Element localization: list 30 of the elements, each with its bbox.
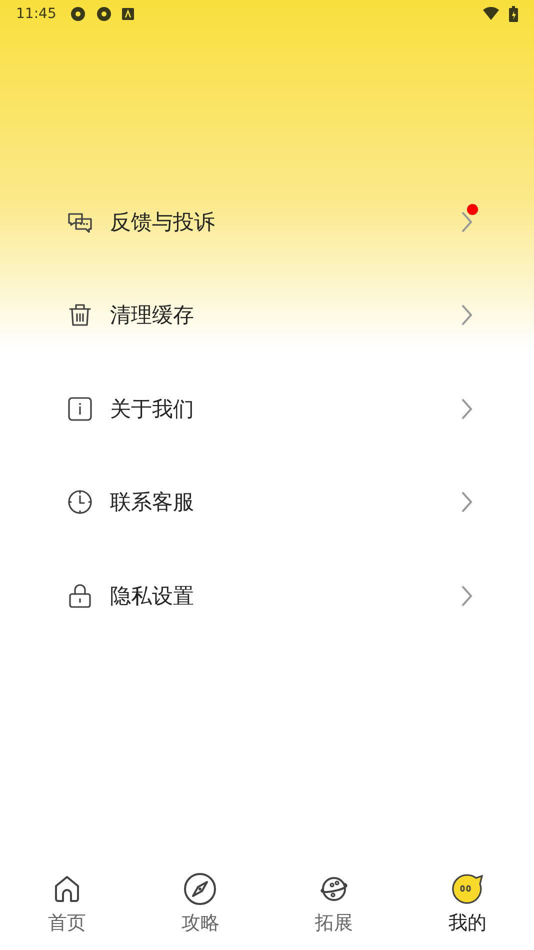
aperture-icon: [70, 6, 86, 22]
smiley-bubble-icon: [450, 872, 484, 906]
menu-item[interactable]: 反馈与投诉: [66, 175, 474, 268]
app-notification-icon: [122, 8, 134, 20]
menu-label: 反馈与投诉: [110, 208, 216, 236]
compass-icon: [183, 872, 218, 906]
tab-item[interactable]: 首页: [0, 858, 134, 950]
menu-item[interactable]: 隐私设置: [66, 549, 474, 642]
lock-icon: [66, 582, 94, 610]
menu-item[interactable]: 关于我们: [66, 362, 474, 456]
menu-item[interactable]: 清理缓存: [66, 268, 474, 362]
menu-label: 关于我们: [110, 396, 195, 423]
chevron-right-icon: [460, 490, 474, 514]
battery-icon: [509, 6, 518, 22]
chevron-right-icon: [460, 584, 474, 608]
clock-icon: [66, 488, 94, 516]
menu-item[interactable]: 联系客服: [66, 456, 474, 549]
tab-item[interactable]: 拓展: [267, 858, 400, 950]
tab-item[interactable]: 攻略: [134, 858, 267, 950]
wifi-icon: [483, 7, 499, 21]
menu-label: 隐私设置: [110, 582, 195, 610]
tab-item[interactable]: 我的: [400, 858, 534, 950]
chevron-right-icon: [460, 303, 474, 328]
chevron-right-icon: [460, 396, 474, 421]
menu-label: 联系客服: [110, 489, 195, 516]
status-time: 11:45: [16, 6, 56, 22]
aperture-icon: [96, 6, 112, 22]
info-icon: [66, 394, 94, 423]
menu-label: 清理缓存: [110, 302, 195, 330]
chevron-right-icon: [460, 210, 474, 234]
